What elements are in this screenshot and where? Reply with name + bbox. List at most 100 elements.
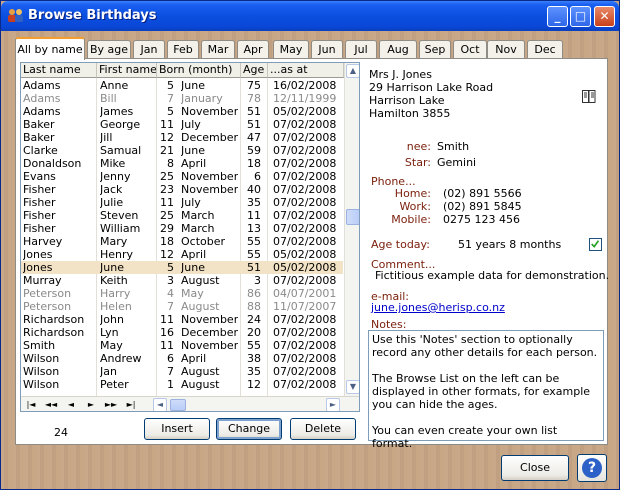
cell-born-month: November: [181, 313, 239, 326]
maximize-button[interactable]: □: [570, 6, 591, 27]
table-row[interactable]: Smith May 11 November 55 07/02/2008: [21, 339, 343, 352]
cell-born-day: 4: [167, 287, 174, 300]
table-row[interactable]: Wilson Andrew 6 April 38 07/02/2008: [21, 352, 343, 365]
cell-as-at: 07/02/2008: [273, 274, 337, 287]
cell-born-day: 7: [167, 365, 174, 378]
column-header-last-name[interactable]: Last name: [21, 63, 97, 78]
cell-born-month: March: [181, 209, 215, 222]
cell-last-name: Smith: [23, 339, 56, 352]
cell-born-month: May: [181, 287, 204, 300]
tab-by-age[interactable]: By age: [87, 40, 131, 59]
table-row[interactable]: Peterson Helen 7 August 88 11/07/2007: [21, 300, 343, 313]
people-icon: [8, 9, 23, 22]
table-row[interactable]: Wilson Peter 1 August 12 07/02/2008: [21, 378, 343, 391]
cell-as-at: 07/02/2008: [273, 118, 337, 131]
tab-all-by-name[interactable]: All by name: [15, 37, 85, 60]
table-row[interactable]: Wilson Jan 7 August 35 07/02/2008: [21, 365, 343, 378]
last-record-icon[interactable]: ►|: [124, 398, 138, 411]
column-header-first-name[interactable]: First name: [97, 63, 157, 78]
address-book-icon[interactable]: [582, 90, 596, 103]
cell-as-at: 07/02/2008: [273, 313, 337, 326]
tab-aug[interactable]: Aug: [379, 40, 417, 59]
tab-may[interactable]: May: [273, 40, 309, 59]
tab-dec[interactable]: Dec: [527, 40, 563, 59]
work-phone-label: Work:: [399, 200, 431, 213]
age-checkbox[interactable]: [589, 238, 602, 251]
cell-born-month: August: [181, 365, 220, 378]
table-row[interactable]: Fisher William 29 March 13 07/02/2008: [21, 222, 343, 235]
cell-born-day: 11: [160, 118, 174, 131]
table-row[interactable]: Clarke Samual 21 June 59 07/02/2008: [21, 144, 343, 157]
tab-jun[interactable]: Jun: [311, 40, 343, 59]
tab-nov[interactable]: Nov: [487, 40, 525, 59]
tab-feb[interactable]: Feb: [167, 40, 199, 59]
prev-record-icon[interactable]: ◄: [64, 398, 78, 411]
cell-as-at: 07/02/2008: [273, 196, 337, 209]
table-row[interactable]: Evans Jenny 25 November 6 07/02/2008: [21, 170, 343, 183]
tab-oct[interactable]: Oct: [453, 40, 487, 59]
close-button[interactable]: Close: [501, 455, 569, 481]
column-header-born[interactable]: Born (month): [157, 63, 241, 78]
tab-jul[interactable]: Jul: [345, 40, 377, 59]
cell-first-name: Jill: [100, 131, 113, 144]
table-row[interactable]: Fisher Steven 25 March 11 07/02/2008: [21, 209, 343, 222]
cell-first-name: Lyn: [100, 326, 119, 339]
table-row[interactable]: Fisher Julie 11 July 35 07/02/2008: [21, 196, 343, 209]
tab-apr[interactable]: Apr: [237, 40, 269, 59]
table-row[interactable]: Baker Jill 12 December 47 07/02/2008: [21, 131, 343, 144]
table-row[interactable]: Peterson Harry 4 May 86 04/07/2001: [21, 287, 343, 300]
table-row[interactable]: Jones June 5 June 51 05/02/2008: [21, 261, 343, 274]
address-line: Harrison Lake: [369, 94, 445, 107]
horizontal-scroll-thumb[interactable]: [170, 399, 186, 411]
table-row[interactable]: Adams Anne 5 June 75 16/02/2008: [21, 79, 343, 92]
table-row[interactable]: Donaldson Mike 8 April 18 07/02/2008: [21, 157, 343, 170]
help-button[interactable]: ?: [577, 454, 607, 482]
close-window-button[interactable]: ✕: [594, 6, 615, 27]
column-header-age[interactable]: Age: [241, 63, 268, 78]
change-button[interactable]: Change: [216, 418, 282, 440]
minimize-button[interactable]: _: [547, 6, 568, 27]
table-row[interactable]: Jones Henry 12 April 55 05/02/2008: [21, 248, 343, 261]
first-record-icon[interactable]: |◄: [24, 398, 38, 411]
grid-horizontal-scrollbar[interactable]: ◄ ►: [152, 398, 342, 411]
cell-born-day: 29: [160, 222, 174, 235]
cell-first-name: William: [100, 222, 141, 235]
table-row[interactable]: Richardson John 11 November 24 07/02/2008: [21, 313, 343, 326]
scroll-down-arrow-icon[interactable]: ▼: [346, 380, 359, 394]
table-row[interactable]: Baker George 11 July 51 07/02/2008: [21, 118, 343, 131]
birthday-grid[interactable]: Last name First name Born (month) Age ..…: [20, 62, 360, 412]
next-record-icon[interactable]: ►: [84, 398, 98, 411]
next-page-icon[interactable]: ►►: [104, 398, 118, 411]
comment-value: Fictitious example data for demonstratio…: [375, 269, 610, 282]
prev-page-icon[interactable]: ◄◄: [44, 398, 58, 411]
tab-mar[interactable]: Mar: [201, 40, 235, 59]
email-link[interactable]: june.jones@herisp.co.nz: [371, 301, 505, 314]
delete-button[interactable]: Delete: [290, 418, 356, 440]
age-today-value: 51 years 8 months: [458, 238, 562, 251]
column-header-as-at[interactable]: ...as at: [268, 63, 344, 78]
scroll-up-arrow-icon[interactable]: ▲: [346, 64, 359, 78]
cell-born-day: 23: [160, 183, 174, 196]
table-row[interactable]: Adams James 5 November 51 05/02/2008: [21, 105, 343, 118]
cell-as-at: 07/02/2008: [273, 235, 337, 248]
cell-born-day: 3: [167, 274, 174, 287]
table-row[interactable]: Richardson Lyn 16 December 20 07/02/2008: [21, 326, 343, 339]
cell-as-at: 07/02/2008: [273, 222, 337, 235]
table-row[interactable]: Harvey Mary 18 October 55 07/02/2008: [21, 235, 343, 248]
tab-panel: Last name First name Born (month) Age ..…: [15, 58, 610, 450]
cell-last-name: Jones: [23, 248, 53, 261]
cell-as-at: 05/02/2008: [273, 248, 337, 261]
tab-sep[interactable]: Sep: [419, 40, 451, 59]
table-row[interactable]: Fisher Jack 23 November 40 07/02/2008: [21, 183, 343, 196]
scroll-thumb[interactable]: [346, 209, 359, 225]
cell-age: 55: [247, 248, 261, 261]
tab-jan[interactable]: Jan: [133, 40, 165, 59]
table-row[interactable]: Murray Keith 3 August 3 07/02/2008: [21, 274, 343, 287]
scroll-left-arrow-icon[interactable]: ◄: [153, 398, 167, 411]
notes-textarea[interactable]: Use this 'Notes' section to optionally r…: [368, 330, 604, 450]
title-bar[interactable]: Browse Birthdays _ □ ✕: [1, 1, 619, 31]
table-row[interactable]: Adams Bill 7 January 78 12/11/1999: [21, 92, 343, 105]
scroll-right-arrow-icon[interactable]: ►: [326, 398, 340, 411]
insert-button[interactable]: Insert: [144, 418, 210, 440]
grid-vertical-scrollbar[interactable]: ▲ ▼: [344, 63, 359, 396]
